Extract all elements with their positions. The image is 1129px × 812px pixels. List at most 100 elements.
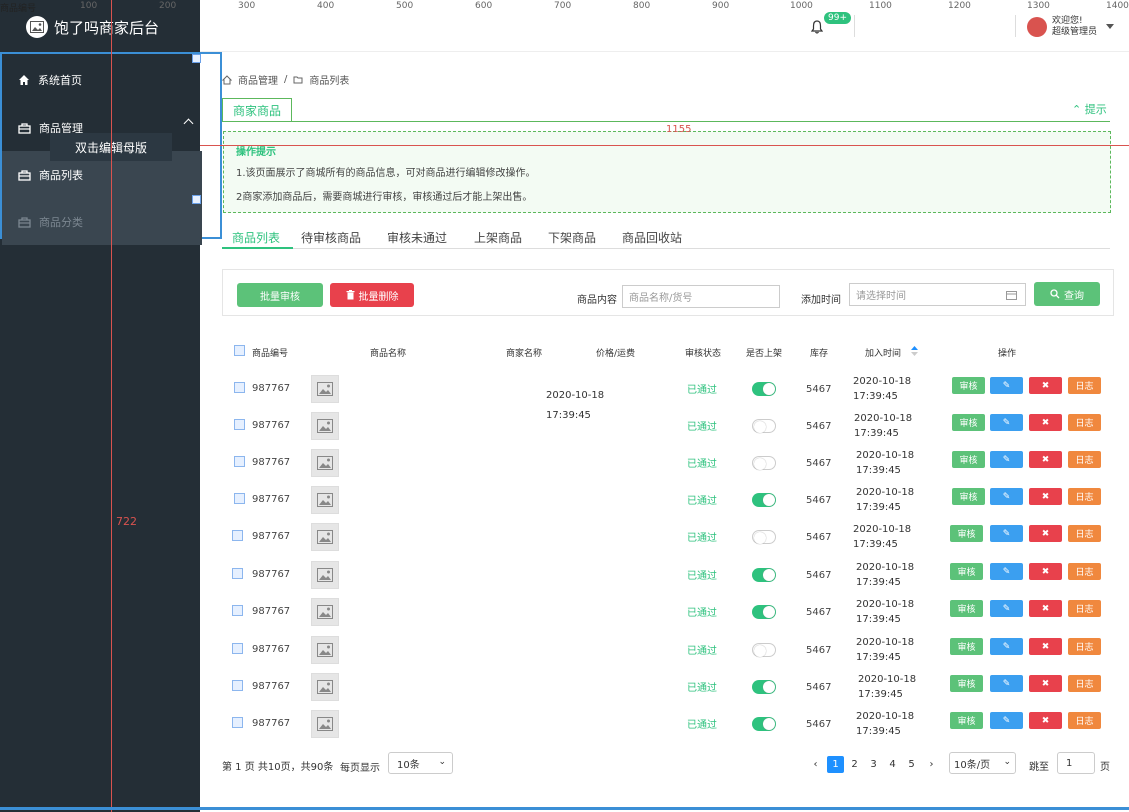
page-button[interactable]: 5 — [903, 756, 920, 773]
delete-button[interactable]: ✖ — [1029, 414, 1062, 431]
product-thumbnail[interactable] — [311, 598, 339, 626]
delete-button[interactable]: ✖ — [1029, 563, 1062, 580]
audit-button[interactable]: 审核 — [952, 488, 985, 505]
row-checkbox[interactable] — [232, 717, 243, 728]
tip-toggle[interactable]: ⌃ 提示 — [1072, 101, 1107, 117]
product-thumbnail[interactable] — [311, 636, 339, 664]
audit-button[interactable]: 审核 — [952, 377, 985, 394]
delete-button[interactable]: ✖ — [1029, 377, 1062, 394]
audit-button[interactable]: 审核 — [950, 712, 983, 729]
tab-recycle-bin[interactable]: 商品回收站 — [622, 229, 682, 246]
product-thumbnail[interactable] — [311, 561, 339, 589]
delete-button[interactable]: ✖ — [1029, 675, 1062, 692]
select-all-checkbox[interactable] — [234, 345, 245, 356]
breadcrumb-item[interactable]: 商品管理 — [238, 72, 278, 87]
caret-down-icon[interactable] — [1106, 24, 1114, 29]
audit-button[interactable]: 审核 — [950, 675, 983, 692]
product-thumbnail[interactable] — [311, 486, 339, 514]
app-logo[interactable]: 饱了吗商家后台 — [26, 16, 159, 38]
prev-page-icon[interactable]: ‹ — [807, 756, 824, 773]
row-checkbox[interactable] — [232, 605, 243, 616]
sidebar-item-home[interactable]: 系统首页 — [2, 56, 202, 103]
product-thumbnail[interactable] — [311, 710, 339, 738]
log-button[interactable]: 日志 — [1068, 377, 1101, 394]
audit-button[interactable]: 审核 — [950, 638, 983, 655]
tab-off-shelf[interactable]: 下架商品 — [548, 229, 596, 246]
column-header[interactable]: 加入时间 — [865, 346, 901, 359]
online-toggle[interactable] — [752, 680, 776, 694]
log-button[interactable]: 日志 — [1068, 600, 1101, 617]
tab-pending-review[interactable]: 待审核商品 — [301, 229, 361, 246]
batch-audit-button[interactable]: 批量审核 — [237, 283, 323, 307]
edit-button[interactable]: ✎ — [990, 377, 1023, 394]
edit-button[interactable]: ✎ — [990, 525, 1023, 542]
edit-button[interactable]: ✎ — [990, 451, 1023, 468]
edit-button[interactable]: ✎ — [990, 414, 1023, 431]
delete-button[interactable]: ✖ — [1029, 488, 1062, 505]
log-button[interactable]: 日志 — [1068, 563, 1101, 580]
page-button[interactable]: 2 — [846, 756, 863, 773]
delete-button[interactable]: ✖ — [1029, 525, 1062, 542]
user-info[interactable]: 欢迎您! 超级管理员 — [1052, 16, 1097, 38]
avatar[interactable] — [1027, 17, 1047, 37]
online-toggle[interactable] — [752, 419, 776, 433]
audit-button[interactable]: 审核 — [952, 414, 985, 431]
edit-button[interactable]: ✎ — [990, 563, 1023, 580]
row-checkbox[interactable] — [234, 493, 245, 504]
audit-button[interactable]: 审核 — [952, 451, 985, 468]
log-button[interactable]: 日志 — [1068, 414, 1101, 431]
online-toggle[interactable] — [752, 530, 776, 544]
edit-button[interactable]: ✎ — [990, 600, 1023, 617]
product-thumbnail[interactable] — [311, 412, 339, 440]
date-picker[interactable]: 请选择时间 — [849, 283, 1026, 306]
audit-button[interactable]: 审核 — [950, 525, 983, 542]
online-toggle[interactable] — [752, 456, 776, 470]
goto-input[interactable]: 1 — [1057, 752, 1095, 774]
log-button[interactable]: 日志 — [1068, 525, 1101, 542]
product-thumbnail[interactable] — [311, 673, 339, 701]
product-thumbnail[interactable] — [311, 375, 339, 403]
delete-button[interactable]: ✖ — [1029, 712, 1062, 729]
online-toggle[interactable] — [752, 717, 776, 731]
product-thumbnail[interactable] — [311, 523, 339, 551]
online-toggle[interactable] — [752, 568, 776, 582]
bell-icon[interactable] — [811, 20, 823, 34]
sort-icon[interactable] — [911, 346, 918, 356]
online-toggle[interactable] — [752, 493, 776, 507]
online-toggle[interactable] — [752, 605, 776, 619]
product-thumbnail[interactable] — [311, 449, 339, 477]
product-search-input[interactable]: 商品名称/货号 — [622, 285, 780, 308]
tab-rejected[interactable]: 审核未通过 — [387, 229, 447, 246]
row-checkbox[interactable] — [234, 419, 245, 430]
per-page-select[interactable]: 10条 ⌄ — [388, 752, 453, 774]
log-button[interactable]: 日志 — [1068, 488, 1101, 505]
next-page-icon[interactable]: › — [923, 756, 940, 773]
tab-on-shelf[interactable]: 上架商品 — [474, 229, 522, 246]
row-checkbox[interactable] — [232, 643, 243, 654]
online-toggle[interactable] — [752, 382, 776, 396]
sidebar-item-categories[interactable]: 商品分类 — [2, 198, 202, 245]
edit-button[interactable]: ✎ — [990, 638, 1023, 655]
edit-button[interactable]: ✎ — [990, 712, 1023, 729]
delete-button[interactable]: ✖ — [1029, 638, 1062, 655]
row-checkbox[interactable] — [234, 456, 245, 467]
edit-button[interactable]: ✎ — [990, 488, 1023, 505]
audit-button[interactable]: 审核 — [950, 600, 983, 617]
row-checkbox[interactable] — [232, 680, 243, 691]
row-checkbox[interactable] — [232, 530, 243, 541]
log-button[interactable]: 日志 — [1068, 638, 1101, 655]
log-button[interactable]: 日志 — [1068, 712, 1101, 729]
delete-button[interactable]: ✖ — [1029, 600, 1062, 617]
log-button[interactable]: 日志 — [1068, 451, 1101, 468]
batch-delete-button[interactable]: 批量删除 — [330, 283, 414, 307]
row-checkbox[interactable] — [232, 568, 243, 579]
audit-button[interactable]: 审核 — [950, 563, 983, 580]
search-button[interactable]: 查询 — [1034, 282, 1100, 306]
tab-product-list[interactable]: 商品列表 — [232, 229, 280, 246]
page-size-select[interactable]: 10条/页 ⌄ — [949, 752, 1016, 774]
online-toggle[interactable] — [752, 643, 776, 657]
edit-button[interactable]: ✎ — [990, 675, 1023, 692]
row-checkbox[interactable] — [234, 382, 245, 393]
log-button[interactable]: 日志 — [1068, 675, 1101, 692]
page-button[interactable]: 4 — [884, 756, 901, 773]
